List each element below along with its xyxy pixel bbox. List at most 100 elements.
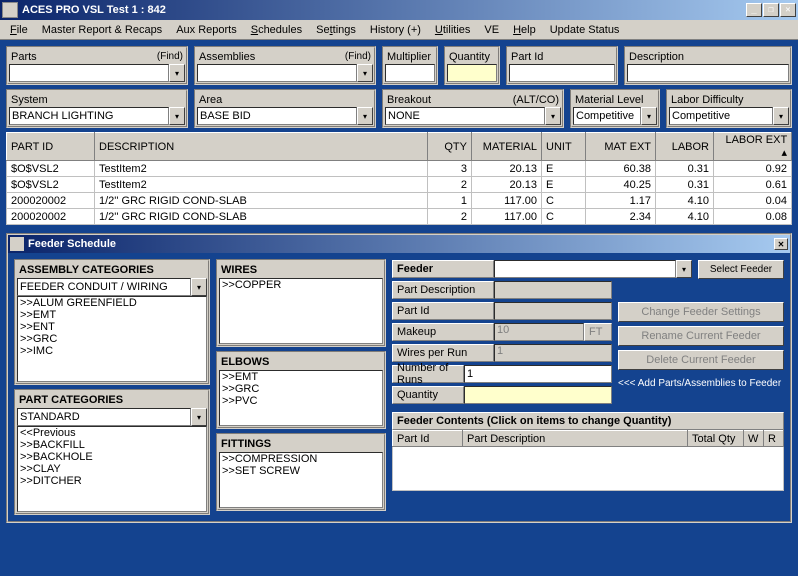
list-item[interactable]: <<Previous xyxy=(18,427,206,439)
list-item[interactable]: >>IMC xyxy=(18,345,206,357)
window-title: ACES PRO VSL Test 1 : 842 xyxy=(22,4,746,16)
list-item[interactable]: >>CLAY xyxy=(18,463,206,475)
menu-settings[interactable]: Settings xyxy=(310,22,362,38)
list-item[interactable]: >>ALUM GREENFIELD xyxy=(18,297,206,309)
multiplier-input[interactable] xyxy=(385,64,435,82)
list-item[interactable]: >>COPPER xyxy=(220,279,382,291)
menu-history[interactable]: History (+) xyxy=(364,22,427,38)
assembly-categories-list[interactable]: >>ALUM GREENFIELD>>EMT>>ENT>>GRC>>IMC xyxy=(17,296,207,382)
wires-panel: WIRES >>COPPER xyxy=(216,259,386,347)
list-item[interactable]: >>COMPRESSION xyxy=(220,453,382,465)
assembly-categories-dropdown-icon[interactable] xyxy=(191,278,207,296)
close-button[interactable]: ✕ xyxy=(780,3,796,17)
area-select[interactable]: BASE BID xyxy=(197,107,357,125)
partid-input[interactable] xyxy=(509,64,615,82)
system-select[interactable]: BRANCH LIGHTING xyxy=(9,107,169,125)
part-categories-dropdown-icon[interactable] xyxy=(191,408,207,426)
list-item[interactable]: >>PVC xyxy=(220,395,382,407)
list-item[interactable]: >>GRC xyxy=(220,383,382,395)
assembly-categories-select[interactable]: FEEDER CONDUIT / WIRING xyxy=(17,278,191,296)
fittings-label: FITTINGS xyxy=(219,436,383,452)
assemblies-dropdown-icon[interactable] xyxy=(357,64,373,82)
assemblies-find[interactable]: (Find) xyxy=(345,51,371,62)
list-item[interactable]: >>GRC xyxy=(18,333,206,345)
list-item[interactable]: >>SET SCREW xyxy=(220,465,382,477)
labor-difficulty-dropdown-icon[interactable] xyxy=(773,107,789,125)
table-row[interactable]: $O$VSL2TestItem2220.13E40.250.310.61 xyxy=(7,177,792,193)
partid-label: Part Id xyxy=(511,51,543,63)
feeder-dropdown-icon[interactable] xyxy=(676,260,692,278)
list-item[interactable]: >>BACKHOLE xyxy=(18,451,206,463)
quantity-field: Quantity xyxy=(444,46,500,85)
breakout-field: Breakout(ALT/CO) NONE xyxy=(382,89,564,128)
part-categories-list[interactable]: <<Previous>>BACKFILL>>BACKHOLE>>CLAY>>DI… xyxy=(17,426,207,512)
menu-help[interactable]: Help xyxy=(507,22,542,38)
list-item[interactable]: >>EMT xyxy=(18,309,206,321)
description-input[interactable] xyxy=(627,64,789,82)
wires-list[interactable]: >>COPPER xyxy=(219,278,383,344)
wires-per-run-label: Wires per Run xyxy=(392,344,494,362)
fc-col-totalqty[interactable]: Total Qty xyxy=(688,431,744,447)
parts-input[interactable] xyxy=(9,64,169,82)
minimize-button[interactable]: _ xyxy=(746,3,762,17)
list-item[interactable]: >>ENT xyxy=(18,321,206,333)
parts-field: Parts(Find) xyxy=(6,46,188,85)
col-partid[interactable]: PART ID xyxy=(7,133,95,161)
rename-current-feeder-button[interactable]: Rename Current Feeder xyxy=(618,326,784,346)
wires-per-run-value: 1 xyxy=(494,344,612,362)
fc-col-partid[interactable]: Part Id xyxy=(393,431,463,447)
fc-col-partdesc[interactable]: Part Description xyxy=(463,431,688,447)
parts-find[interactable]: (Find) xyxy=(157,51,183,62)
list-item[interactable]: >>EMT xyxy=(220,371,382,383)
breakout-dropdown-icon[interactable] xyxy=(545,107,561,125)
col-description[interactable]: DESCRIPTION xyxy=(95,133,428,161)
menu-master-report[interactable]: Master Report & Recaps xyxy=(36,22,168,38)
breakout-select[interactable]: NONE xyxy=(385,107,545,125)
change-feeder-settings-button[interactable]: Change Feeder Settings xyxy=(618,302,784,322)
labor-difficulty-select[interactable]: Competitive xyxy=(669,107,773,125)
feeder-close-button[interactable]: ✕ xyxy=(774,238,788,250)
col-matext[interactable]: MAT EXT xyxy=(586,133,656,161)
table-row[interactable]: 2000200021/2'' GRC RIGID COND-SLAB1117.0… xyxy=(7,193,792,209)
assemblies-input[interactable] xyxy=(197,64,357,82)
col-labor[interactable]: LABOR xyxy=(656,133,714,161)
menu-ve[interactable]: VE xyxy=(478,22,505,38)
description-label: Description xyxy=(629,51,684,63)
select-feeder-button[interactable]: Select Feeder xyxy=(698,260,784,279)
quantity-input[interactable] xyxy=(447,64,497,82)
feeder-contents-grid[interactable]: Part Id Part Description Total Qty W R xyxy=(392,430,784,491)
col-material[interactable]: MATERIAL xyxy=(472,133,542,161)
number-of-runs-input[interactable] xyxy=(464,365,612,383)
menu-utilities[interactable]: Utilities xyxy=(429,22,476,38)
elbows-list[interactable]: >>EMT>>GRC>>PVC xyxy=(219,370,383,426)
material-level-dropdown-icon[interactable] xyxy=(641,107,657,125)
feeder-select[interactable] xyxy=(494,260,676,278)
fc-col-r[interactable]: R xyxy=(764,431,784,447)
parts-dropdown-icon[interactable] xyxy=(169,64,185,82)
delete-current-feeder-button[interactable]: Delete Current Feeder xyxy=(618,350,784,370)
menu-update-status[interactable]: Update Status xyxy=(544,22,626,38)
wires-label: WIRES xyxy=(219,262,383,278)
menu-aux-reports[interactable]: Aux Reports xyxy=(170,22,243,38)
fittings-list[interactable]: >>COMPRESSION>>SET SCREW xyxy=(219,452,383,508)
col-laborext[interactable]: LABOR EXT ▴ xyxy=(714,133,792,161)
list-item[interactable]: >>DITCHER xyxy=(18,475,206,487)
table-row[interactable]: 2000200021/2'' GRC RIGID COND-SLAB2117.0… xyxy=(7,209,792,225)
labor-difficulty-field: Labor Difficulty Competitive xyxy=(666,89,792,128)
table-row[interactable]: $O$VSL2TestItem2320.13E60.380.310.92 xyxy=(7,161,792,177)
restore-button[interactable]: ❐ xyxy=(763,3,779,17)
fc-col-w[interactable]: W xyxy=(744,431,764,447)
system-dropdown-icon[interactable] xyxy=(169,107,185,125)
col-unit[interactable]: UNIT xyxy=(542,133,586,161)
elbows-panel: ELBOWS >>EMT>>GRC>>PVC xyxy=(216,351,386,429)
menu-file[interactable]: File xyxy=(4,22,34,38)
material-level-select[interactable]: Competitive xyxy=(573,107,641,125)
material-level-field: Material Level Competitive xyxy=(570,89,660,128)
part-categories-select[interactable]: STANDARD xyxy=(17,408,191,426)
list-item[interactable]: >>BACKFILL xyxy=(18,439,206,451)
area-dropdown-icon[interactable] xyxy=(357,107,373,125)
feeder-quantity-input[interactable] xyxy=(464,386,612,404)
menu-schedules[interactable]: Schedules xyxy=(245,22,308,38)
col-qty[interactable]: QTY xyxy=(428,133,472,161)
parts-grid[interactable]: PART ID DESCRIPTION QTY MATERIAL UNIT MA… xyxy=(6,132,792,225)
